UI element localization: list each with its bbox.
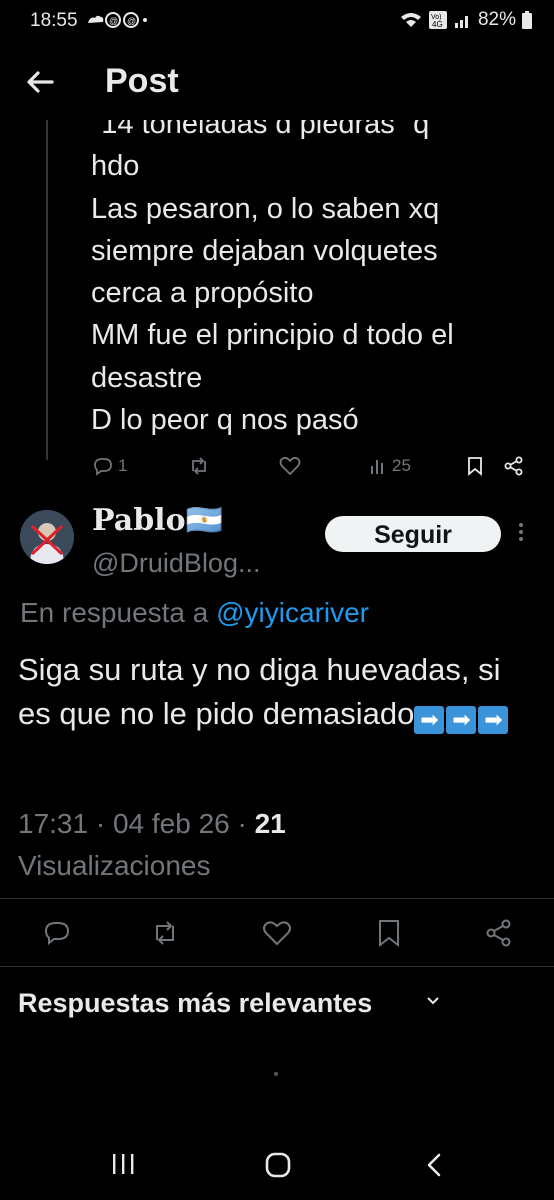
battery-icon — [522, 11, 532, 29]
avatar-image — [20, 510, 74, 564]
views-count-main: 21 — [254, 808, 286, 839]
page-title: Post — [105, 62, 179, 100]
battery-percent: 82% — [477, 9, 516, 30]
chevron-down-icon-svg — [427, 997, 439, 1005]
share-action[interactable] — [503, 456, 525, 476]
wifi-icon — [400, 13, 421, 27]
sort-replies-label[interactable]: Respuestas más relevantes — [18, 988, 372, 1019]
share-button[interactable] — [484, 918, 514, 948]
repost-icon — [192, 457, 206, 475]
reply-mention-link[interactable]: @yiyicariver — [216, 597, 369, 628]
views-label: Visualizaciones — [18, 850, 211, 881]
recent-apps-button[interactable] — [110, 1152, 136, 1181]
chevron-down-icon[interactable] — [425, 993, 441, 1009]
avatar[interactable] — [20, 510, 74, 564]
divider — [0, 898, 554, 899]
loading-indicator — [274, 1072, 278, 1076]
reply-context: En respuesta a @yiyicariver — [20, 597, 369, 629]
divider — [0, 966, 554, 967]
svg-text:@: @ — [109, 16, 120, 26]
right-arrow-emoji-icon: ➡ — [478, 706, 509, 734]
heart-icon — [279, 456, 301, 476]
reply-prefix: En respuesta a — [20, 597, 217, 628]
heart-icon — [263, 921, 291, 946]
kebab-icon — [519, 523, 523, 541]
previous-post[interactable]: "14 toneladas d piedras" q hdo Las pesar… — [0, 120, 554, 460]
author-handle[interactable]: @DruidBlog... — [92, 548, 260, 579]
back-arrow-icon — [27, 71, 54, 93]
svg-text:@: @ — [127, 16, 138, 26]
reply-action[interactable]: 1 — [92, 456, 127, 476]
notification-icon-group: @ @ — [88, 12, 147, 28]
bookmark-action[interactable] — [466, 456, 484, 476]
status-right: Vo) 4G 82% — [400, 9, 532, 31]
repost-action[interactable] — [188, 456, 210, 476]
app-header: Post — [0, 44, 554, 120]
previous-post-actions: 1 25 — [0, 452, 554, 482]
thread-line — [46, 120, 48, 460]
repost-icon — [156, 921, 174, 945]
system-navigation-bar — [0, 1130, 554, 1200]
recent-apps-icon — [113, 1154, 134, 1174]
previous-post-text: "14 toneladas d piedras" q hdo Las pesar… — [91, 120, 454, 437]
views-icon — [371, 460, 383, 474]
share-icon — [504, 456, 523, 476]
views-count: 25 — [392, 456, 411, 475]
views-action[interactable]: 25 — [370, 456, 411, 476]
home-button[interactable] — [265, 1152, 291, 1183]
reply-icon — [94, 458, 112, 476]
notification-icons: @ @ — [86, 11, 148, 32]
repost-button[interactable] — [150, 918, 180, 948]
share-icon — [486, 919, 511, 947]
more-options-icon[interactable] — [518, 522, 524, 542]
follow-button[interactable]: Seguir — [325, 516, 501, 552]
svg-text:4G: 4G — [432, 20, 443, 29]
like-action[interactable] — [279, 456, 301, 476]
post-text: Siga su ruta y no diga huevadas, si es q… — [18, 648, 538, 736]
bookmark-icon — [379, 920, 399, 948]
right-arrow-emoji-icon: ➡ — [446, 706, 477, 734]
volte-icon: Vo) 4G — [428, 11, 447, 29]
author-name[interactable]: Pablo🇦🇷 — [92, 503, 223, 538]
status-bar: 18:55 @ @ Vo) 4G 82% — [0, 0, 554, 44]
reply-count: 1 — [118, 456, 128, 475]
bookmark-icon — [468, 457, 482, 476]
signal-icon — [454, 16, 468, 28]
post-meta: 17:31 · 04 feb 26 · 21 Visualizaciones — [18, 803, 538, 887]
like-button[interactable] — [262, 918, 292, 948]
right-arrow-emoji-icon: ➡ — [414, 706, 445, 734]
reply-button[interactable] — [42, 918, 72, 948]
status-time: 18:55 — [30, 10, 78, 31]
reply-icon — [44, 922, 70, 946]
system-back-button[interactable] — [424, 1152, 444, 1183]
home-icon — [265, 1152, 291, 1178]
back-button[interactable] — [20, 62, 60, 102]
bookmark-button[interactable] — [374, 918, 404, 948]
system-back-icon — [427, 1153, 441, 1177]
post-timestamp: 17:31 · 04 feb 26 · — [18, 808, 255, 839]
